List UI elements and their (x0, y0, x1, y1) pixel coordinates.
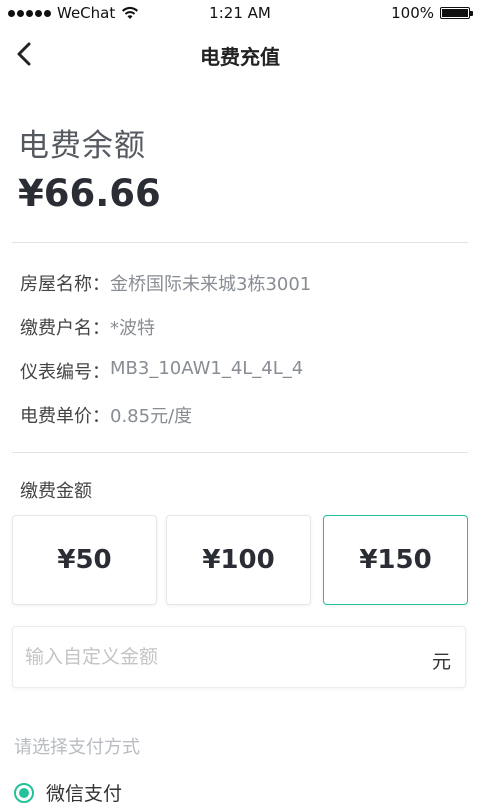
payment-option-wechat[interactable]: 微信支付 (14, 779, 122, 806)
status-right: 100% (391, 4, 473, 22)
info-row-house: 房屋名称： 金桥国际未来城3栋3001 (20, 270, 311, 296)
info-value: *波特 (110, 318, 155, 339)
amount-option-150[interactable]: ¥150 (323, 515, 468, 605)
info-row-meter: 仪表编号： MB3_10AW1_4L_4L_4 (20, 358, 303, 384)
amount-option-50[interactable]: ¥50 (12, 515, 157, 605)
info-value: 0.85元/度 (110, 406, 193, 427)
info-key: 电费单价： (20, 406, 110, 427)
amount-option-100[interactable]: ¥100 (166, 515, 311, 605)
nav-bar: 电费充值 (0, 26, 480, 82)
info-row-price: 电费单价： 0.85元/度 (20, 402, 192, 428)
battery-icon (440, 7, 473, 19)
custom-amount-field: 元 (12, 626, 466, 688)
status-bar: WeChat 1:21 AM 100% (0, 0, 480, 26)
info-key: 房屋名称： (20, 274, 110, 295)
payment-option-label: 微信支付 (46, 783, 123, 805)
currency-unit: 元 (431, 651, 451, 673)
info-value: MB3_10AW1_4L_4L_4 (110, 358, 304, 379)
balance-label: 电费余额 (18, 128, 146, 164)
page-title: 电费充值 (200, 45, 280, 69)
divider (12, 242, 468, 243)
payment-method-label: 请选择支付方式 (14, 737, 140, 758)
balance-value: ¥66.66 (18, 172, 161, 215)
custom-amount-input[interactable] (25, 627, 405, 687)
info-row-account: 缴费户名： *波特 (20, 314, 155, 340)
divider (12, 452, 468, 453)
amount-section-label: 缴费金额 (20, 481, 92, 502)
info-value: 金桥国际未来城3栋3001 (110, 274, 312, 295)
info-key: 缴费户名： (20, 318, 110, 339)
battery-percent: 100% (391, 4, 434, 22)
info-key: 仪表编号： (20, 362, 110, 383)
